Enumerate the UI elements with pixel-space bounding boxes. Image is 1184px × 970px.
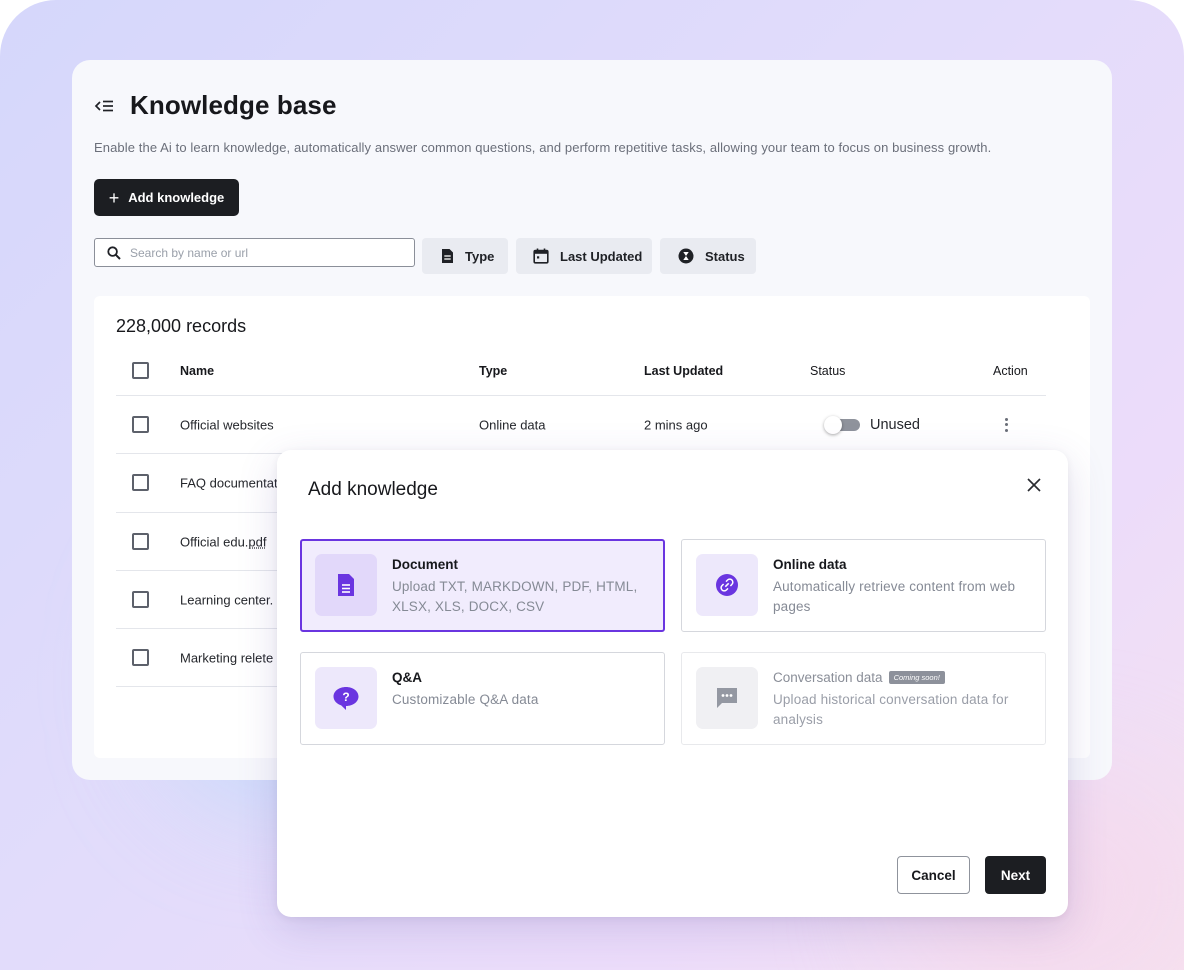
filter-last-updated-button[interactable]: Last Updated bbox=[516, 238, 652, 274]
row-type: Online data bbox=[479, 417, 546, 432]
option-title-text: Conversation data bbox=[773, 670, 883, 685]
header: Knowledge base bbox=[94, 90, 337, 121]
plus-icon: + bbox=[108, 187, 120, 208]
add-knowledge-label: Add knowledge bbox=[128, 190, 225, 205]
column-header-last-updated: Last Updated bbox=[644, 363, 724, 378]
row-status: Unused bbox=[870, 416, 920, 433]
toggle-knob bbox=[824, 415, 842, 434]
next-button[interactable]: Next bbox=[985, 856, 1046, 894]
option-description: Automatically retrieve content from web … bbox=[773, 579, 1016, 614]
row-name: Marketing relete bbox=[180, 650, 274, 665]
filter-type-label: Type bbox=[465, 248, 495, 264]
option-description: Upload TXT, MARKDOWN, PDF, HTML, XLSX, X… bbox=[392, 579, 638, 614]
table-row[interactable]: Official websites Online data 2 mins ago… bbox=[116, 396, 1046, 454]
add-knowledge-dialog: Add knowledge Document Upload TXT, MARKD… bbox=[277, 450, 1068, 917]
table-header-row: Name Type Last Updated Status Action bbox=[116, 346, 1046, 396]
dialog-title: Add knowledge bbox=[308, 479, 438, 500]
filter-last-updated-label: Last Updated bbox=[560, 248, 643, 264]
page-subtitle: Enable the Ai to learn knowledge, automa… bbox=[94, 140, 992, 155]
page-title: Knowledge base bbox=[130, 90, 337, 120]
filter-type-button[interactable]: Type bbox=[422, 238, 508, 274]
row-checkbox[interactable] bbox=[132, 532, 149, 550]
select-all-checkbox[interactable] bbox=[132, 361, 149, 379]
close-icon[interactable] bbox=[1025, 476, 1043, 494]
option-description: Upload historical conversation data for … bbox=[773, 692, 1009, 727]
row-name: FAQ documentat bbox=[180, 475, 278, 491]
row-name: Official edu.pdf bbox=[180, 534, 267, 549]
search-box bbox=[94, 238, 415, 267]
row-checkbox[interactable] bbox=[132, 648, 149, 666]
svg-text:?: ? bbox=[342, 690, 349, 704]
document-icon bbox=[315, 554, 377, 616]
row-name: Learning center. bbox=[180, 592, 274, 607]
option-description: Customizable Q&A data bbox=[392, 692, 539, 707]
chat-icon bbox=[696, 667, 758, 729]
status-toggle[interactable] bbox=[824, 415, 860, 434]
hourglass-icon bbox=[678, 248, 694, 264]
option-conversation-data: Conversation data Coming soon! Upload hi… bbox=[681, 652, 1046, 745]
search-input[interactable] bbox=[130, 245, 390, 260]
more-actions-icon[interactable] bbox=[1004, 417, 1008, 432]
records-count: 228,000 records bbox=[116, 316, 247, 336]
option-title: Document bbox=[392, 557, 459, 572]
search-icon bbox=[107, 245, 121, 260]
question-icon: ? bbox=[315, 667, 377, 729]
option-online-data[interactable]: Online data Automatically retrieve conte… bbox=[681, 539, 1046, 632]
filter-status-button[interactable]: Status bbox=[660, 238, 756, 274]
calendar-icon bbox=[533, 248, 549, 264]
document-icon bbox=[442, 249, 453, 263]
row-last-updated: 2 mins ago bbox=[644, 417, 708, 432]
option-qa[interactable]: ? Q&A Customizable Q&A data bbox=[300, 652, 665, 745]
option-title: Conversation data Coming soon! bbox=[773, 670, 945, 685]
option-title: Q&A bbox=[392, 670, 422, 685]
column-header-name: Name bbox=[180, 363, 215, 378]
add-knowledge-button[interactable]: + Add knowledge bbox=[94, 179, 239, 216]
row-checkbox[interactable] bbox=[132, 590, 149, 608]
row-name: Official websites bbox=[180, 417, 274, 432]
link-icon bbox=[696, 554, 758, 616]
column-header-status: Status bbox=[810, 363, 846, 378]
coming-soon-badge: Coming soon! bbox=[888, 671, 945, 684]
collapse-menu-icon[interactable] bbox=[94, 95, 116, 117]
option-title: Online data bbox=[773, 557, 847, 572]
option-document[interactable]: Document Upload TXT, MARKDOWN, PDF, HTML… bbox=[300, 539, 665, 632]
row-checkbox[interactable] bbox=[132, 415, 149, 433]
column-header-action: Action bbox=[993, 363, 1028, 378]
column-header-type: Type bbox=[479, 363, 508, 378]
filter-status-label: Status bbox=[705, 248, 745, 264]
cancel-button[interactable]: Cancel bbox=[897, 856, 970, 894]
row-checkbox[interactable] bbox=[132, 474, 149, 491]
